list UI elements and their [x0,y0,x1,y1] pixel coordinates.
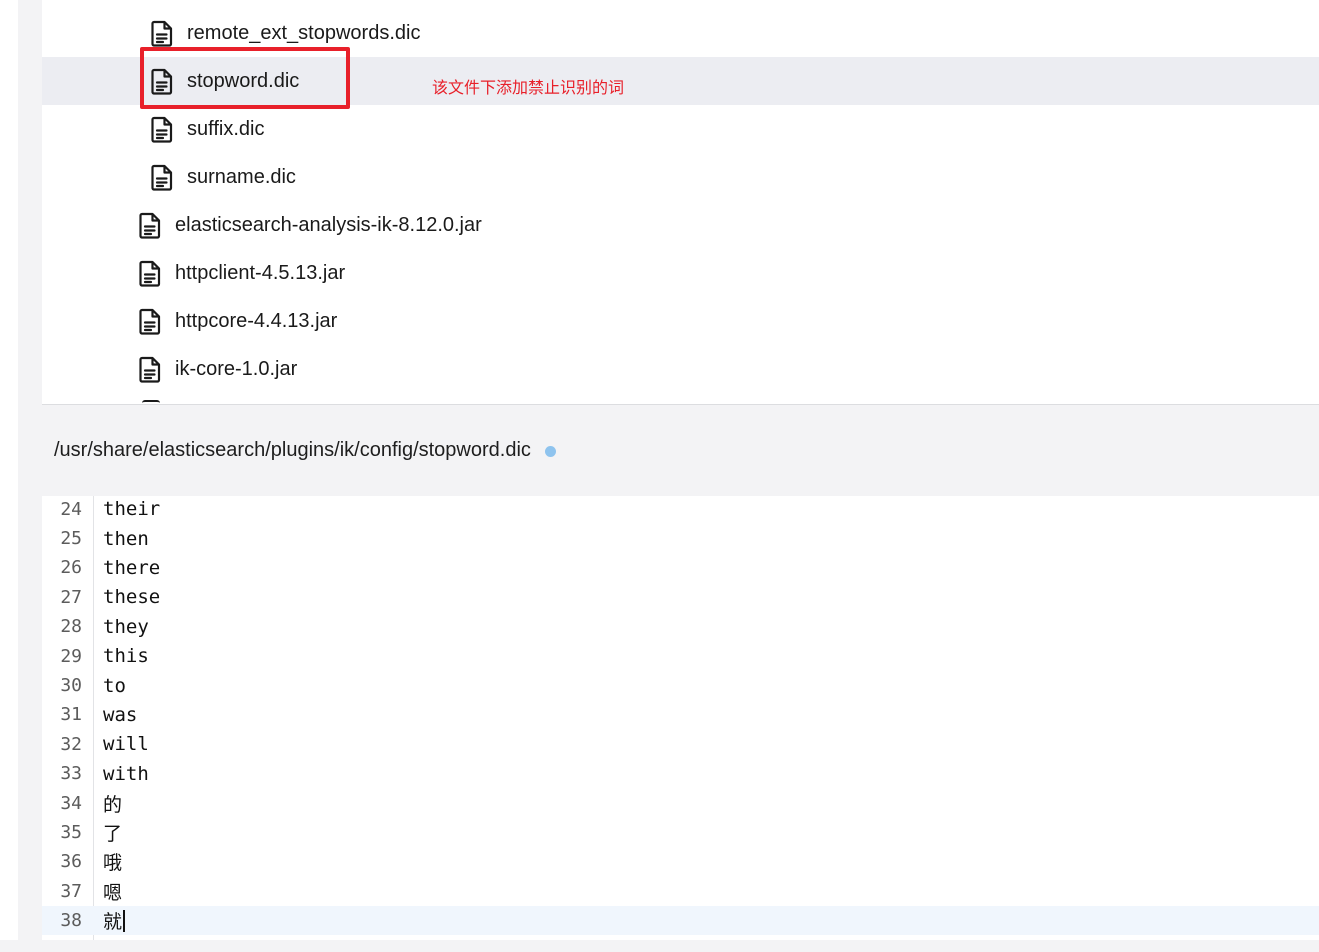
code-editor[interactable]: 24 their 25 then 26 there 27 these 28 they 29 this 3… [42,496,1319,952]
tree-item[interactable]: remote_ext_stopwords.dic [42,9,1319,57]
line-number: 24 [60,498,82,520]
code-text[interactable]: these [103,586,160,608]
code-text[interactable]: to [103,675,126,697]
tree-item[interactable]: elasticsearch-analysis-ik-8.12.0.jar [42,201,1319,249]
code-line[interactable]: 24 their [42,496,1319,524]
text-caret [123,909,125,932]
code-line[interactable]: 30 to [42,671,1319,700]
line-number: 27 [60,586,82,608]
file-icon [137,307,163,335]
code-line[interactable]: 29 this [42,642,1319,671]
code-line[interactable]: 36 哦 [42,847,1319,876]
code-text[interactable]: then [103,528,149,550]
code-text[interactable]: this [103,645,149,667]
annotation-text: 该文件下添加禁止识别的词 [432,80,625,97]
file-icon [149,163,175,191]
code-text[interactable]: they [103,616,149,638]
left-margin [0,0,42,952]
file-icon [137,355,163,383]
line-number: 35 [60,822,82,844]
code-text[interactable]: there [103,557,160,579]
file-icon [149,67,175,95]
code-line[interactable]: 33 with [42,759,1319,788]
code-text[interactable]: 哦 [103,848,122,875]
code-line[interactable]: 37 嗯 [42,877,1319,906]
file-icon [137,259,163,287]
line-number: 33 [60,763,82,785]
tree-item[interactable]: httpclient-4.5.13.jar [42,249,1319,297]
file-icon [149,19,175,47]
tree-item-label: ik-core-1.0.jar [175,357,298,380]
code-line[interactable]: 26 there [42,553,1319,582]
tree-item[interactable]: suffix.dic [42,105,1319,153]
line-number: 25 [60,528,82,550]
code-text[interactable]: 嗯 [103,878,122,905]
file-icon [137,211,163,239]
code-line[interactable]: 25 then [42,524,1319,553]
line-number: 32 [60,733,82,755]
line-number: 31 [60,704,82,726]
line-number: 38 [60,910,82,932]
line-number: 34 [60,792,82,814]
code-line[interactable]: 28 they [42,612,1319,641]
file-path: /usr/share/elasticsearch/plugins/ik/conf… [54,439,531,461]
tree-item-label: suffix.dic [187,117,265,140]
line-number: 30 [60,675,82,697]
tree-item[interactable]: httpcore-4.4.13.jar [42,297,1319,345]
tree-item-label: surname.dic [187,165,296,188]
tree-item[interactable]: ik-core-1.0.jar [42,345,1319,393]
line-number: 29 [60,645,82,667]
tree-item[interactable]: surname.dic [42,153,1319,201]
code-text[interactable]: 就 [103,907,122,934]
tree-item-label: stopword.dic [187,69,300,92]
code-line[interactable]: 32 will [42,730,1319,759]
line-number: 36 [60,851,82,873]
code-text[interactable]: with [103,763,149,785]
tree-item-label: elasticsearch-analysis-ik-8.12.0.jar [175,213,482,236]
unsaved-indicator-icon [544,446,556,457]
file-tree: remote_ext_stopwords.dic stopword.dic suff… [42,0,1319,404]
code-line-active[interactable]: 38 就 [42,906,1319,936]
code-text[interactable]: was [103,704,137,726]
code-line[interactable]: 31 was [42,700,1319,729]
code-text[interactable]: 了 [103,819,122,846]
bottom-band [0,940,1319,952]
code-line[interactable]: 27 these [42,583,1319,612]
tree-item[interactable]: stopword.dic [42,57,1319,105]
line-number: 26 [60,557,82,579]
code-text[interactable]: 的 [103,790,122,817]
code-text[interactable]: will [103,733,149,755]
line-number: 37 [60,880,82,902]
editor-header: /usr/share/elasticsearch/plugins/ik/conf… [42,404,1319,496]
tree-item-label: httpcore-4.4.13.jar [175,309,338,332]
tree-item-label: httpclient-4.5.13.jar [175,261,346,284]
tree-item-label: remote_ext_stopwords.dic [187,21,421,44]
code-text[interactable]: their [103,498,160,520]
code-line[interactable]: 35 了 [42,818,1319,847]
code-line[interactable]: 34 的 [42,789,1319,818]
file-icon [149,115,175,143]
left-margin-strip [0,0,18,952]
line-number: 28 [60,616,82,638]
